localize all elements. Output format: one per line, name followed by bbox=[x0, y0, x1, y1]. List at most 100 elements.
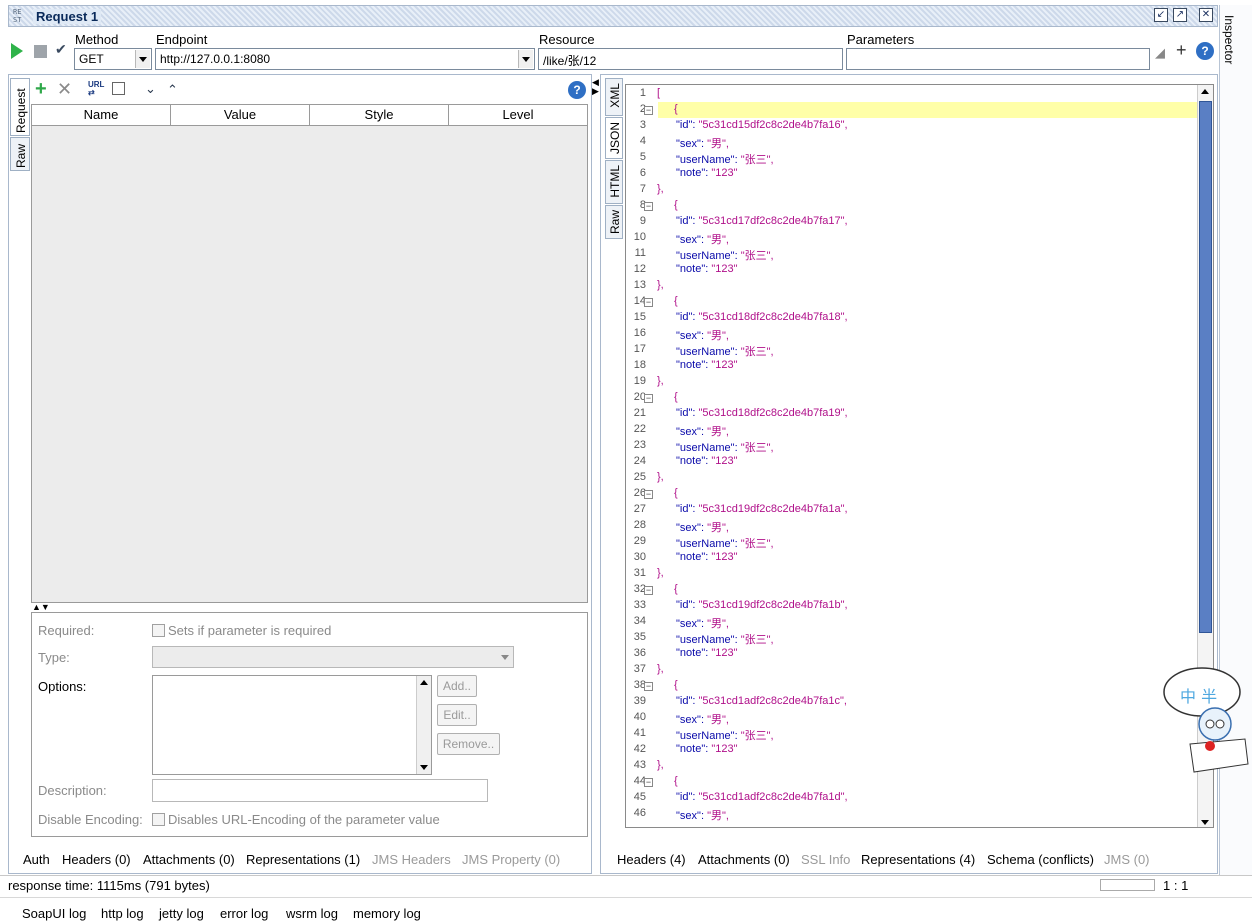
fold-toggle-icon[interactable]: − bbox=[644, 202, 653, 211]
description-input[interactable] bbox=[152, 779, 488, 802]
method-select[interactable]: GET bbox=[74, 48, 152, 70]
tab-http-log[interactable]: http log bbox=[101, 906, 144, 921]
scroll-down-icon[interactable] bbox=[420, 765, 428, 770]
line-number: 27 bbox=[633, 503, 646, 515]
code-line: }, bbox=[657, 567, 664, 579]
tab-raw-request[interactable]: Raw bbox=[10, 137, 30, 171]
add-param-icon[interactable]: + bbox=[1176, 40, 1187, 61]
endpoint-input[interactable]: http://127.0.0.1:8080 bbox=[155, 48, 535, 70]
run-icon[interactable] bbox=[11, 43, 23, 59]
resource-input[interactable]: /like/张/12 bbox=[538, 48, 843, 70]
tab-xml[interactable]: XML bbox=[605, 78, 623, 116]
copy-params-icon[interactable]: ◢ bbox=[1155, 45, 1165, 61]
tab-headers-response[interactable]: Headers (4) bbox=[617, 852, 686, 867]
tab-attachments-request[interactable]: Attachments (0) bbox=[143, 852, 235, 867]
minimize-icon[interactable]: ↙ bbox=[1154, 8, 1168, 22]
tab-memory-log[interactable]: memory log bbox=[353, 906, 421, 921]
scroll-up-icon[interactable] bbox=[1201, 89, 1209, 94]
parameters-input[interactable] bbox=[846, 48, 1150, 70]
fold-toggle-icon[interactable]: − bbox=[644, 394, 653, 403]
tab-representations-request[interactable]: Representations (1) bbox=[246, 852, 360, 867]
parameters-table[interactable]: Name Value Style Level bbox=[31, 104, 588, 603]
tab-raw-response[interactable]: Raw bbox=[605, 205, 623, 239]
code-line: "id": "5c31cd19df2c8c2de4b7fa1b", bbox=[676, 599, 848, 611]
json-punctuation: { bbox=[674, 775, 678, 787]
tab-auth[interactable]: Auth bbox=[23, 852, 50, 867]
column-level[interactable]: Level bbox=[449, 105, 587, 125]
tab-wsrm-log[interactable]: wsrm log bbox=[286, 906, 338, 921]
options-scrollbar[interactable] bbox=[416, 676, 431, 774]
fold-toggle-icon[interactable]: − bbox=[644, 298, 653, 307]
json-punctuation: { bbox=[674, 295, 678, 307]
detach-icon[interactable]: ↗ bbox=[1173, 8, 1187, 22]
line-number: 6 bbox=[639, 167, 646, 179]
json-key: "sex" bbox=[676, 330, 701, 342]
tab-ssl-info[interactable]: SSL Info bbox=[801, 852, 850, 867]
close-icon[interactable]: ✕ bbox=[1199, 8, 1213, 22]
delete-icon[interactable]: ✕ bbox=[57, 79, 72, 100]
column-name[interactable]: Name bbox=[32, 105, 171, 125]
json-punctuation: { bbox=[674, 583, 678, 595]
tab-jms-property[interactable]: JMS Property (0) bbox=[462, 852, 560, 867]
splitter-collapse-icon[interactable]: ◀ ▶ bbox=[592, 78, 599, 96]
url-encode-icon[interactable]: URL ⇄ bbox=[88, 81, 104, 97]
tab-jms-response[interactable]: JMS (0) bbox=[1104, 852, 1150, 867]
tab-schema[interactable]: Schema (conflicts) bbox=[987, 852, 1094, 867]
tab-html[interactable]: HTML bbox=[605, 160, 623, 204]
add-option-button[interactable]: Add.. bbox=[437, 675, 477, 697]
code-line: "note": "123" bbox=[676, 359, 738, 371]
add-icon[interactable]: + bbox=[35, 78, 47, 101]
code-line: }, bbox=[657, 663, 664, 675]
code-line: [ bbox=[657, 87, 660, 99]
resize-icon[interactable] bbox=[112, 82, 125, 95]
fold-toggle-icon[interactable]: − bbox=[644, 778, 653, 787]
json-key: "note" bbox=[676, 263, 706, 275]
type-select[interactable] bbox=[152, 646, 514, 668]
tab-soapui-log[interactable]: SoapUI log bbox=[22, 906, 86, 921]
line-number: 29 bbox=[633, 535, 646, 547]
scroll-down-icon[interactable] bbox=[1201, 820, 1209, 825]
tab-attachments-response[interactable]: Attachments (0) bbox=[698, 852, 790, 867]
options-list[interactable] bbox=[152, 675, 432, 775]
chevron-down-icon[interactable] bbox=[135, 50, 150, 68]
fold-toggle-icon[interactable]: − bbox=[644, 586, 653, 595]
tab-jetty-log[interactable]: jetty log bbox=[159, 906, 204, 921]
edit-option-button[interactable]: Edit.. bbox=[437, 704, 477, 726]
scroll-up-icon[interactable] bbox=[420, 680, 428, 685]
json-key: "userName" bbox=[676, 346, 735, 358]
help-icon[interactable]: ? bbox=[568, 81, 586, 99]
tab-headers-request[interactable]: Headers (0) bbox=[62, 852, 131, 867]
json-value: "5c31cd17df2c8c2de4b7fa17", bbox=[698, 215, 848, 227]
response-time: response time: 1115ms (791 bytes) bbox=[8, 878, 210, 893]
inspector-label[interactable]: Inspector bbox=[1222, 15, 1236, 64]
fold-toggle-icon[interactable]: − bbox=[644, 490, 653, 499]
check-icon[interactable]: ✔ bbox=[55, 41, 67, 58]
json-key: "id" bbox=[676, 599, 693, 611]
splitter-arrows-icon[interactable]: ▲▼ bbox=[32, 602, 50, 612]
chevron-down-icon[interactable] bbox=[501, 655, 509, 660]
fold-toggle-icon[interactable]: − bbox=[644, 106, 653, 115]
tab-representations-response[interactable]: Representations (4) bbox=[861, 852, 975, 867]
json-value: "123" bbox=[711, 743, 738, 755]
tab-jms-headers[interactable]: JMS Headers bbox=[372, 852, 451, 867]
move-down-icon[interactable]: ⌄ bbox=[145, 81, 156, 97]
required-text: Sets if parameter is required bbox=[168, 623, 332, 638]
column-value[interactable]: Value bbox=[171, 105, 310, 125]
chevron-down-icon[interactable] bbox=[518, 50, 533, 68]
fold-toggle-icon[interactable]: − bbox=[644, 682, 653, 691]
help-icon[interactable]: ? bbox=[1196, 42, 1214, 60]
move-up-icon[interactable]: ⌃ bbox=[167, 82, 178, 98]
json-response-editor[interactable]: 1 2−3 4 5 6 7 8−9 10 11 12 13 14−15 16 17 18 19 20−21 22 2… bbox=[625, 84, 1214, 828]
remove-option-button[interactable]: Remove.. bbox=[437, 733, 500, 755]
line-number: 17 bbox=[633, 343, 646, 355]
scroll-thumb[interactable] bbox=[1199, 101, 1212, 633]
code-line: "id": "5c31cd15df2c8c2de4b7fa16", bbox=[676, 119, 848, 131]
tab-request[interactable]: Request bbox=[10, 78, 30, 136]
stop-icon[interactable] bbox=[34, 45, 47, 58]
disable-encoding-checkbox[interactable] bbox=[152, 813, 165, 826]
column-style[interactable]: Style bbox=[310, 105, 449, 125]
tab-error-log[interactable]: error log bbox=[220, 906, 268, 921]
tab-json[interactable]: JSON bbox=[605, 117, 623, 159]
required-checkbox[interactable] bbox=[152, 624, 165, 637]
json-punctuation: { bbox=[674, 487, 678, 499]
